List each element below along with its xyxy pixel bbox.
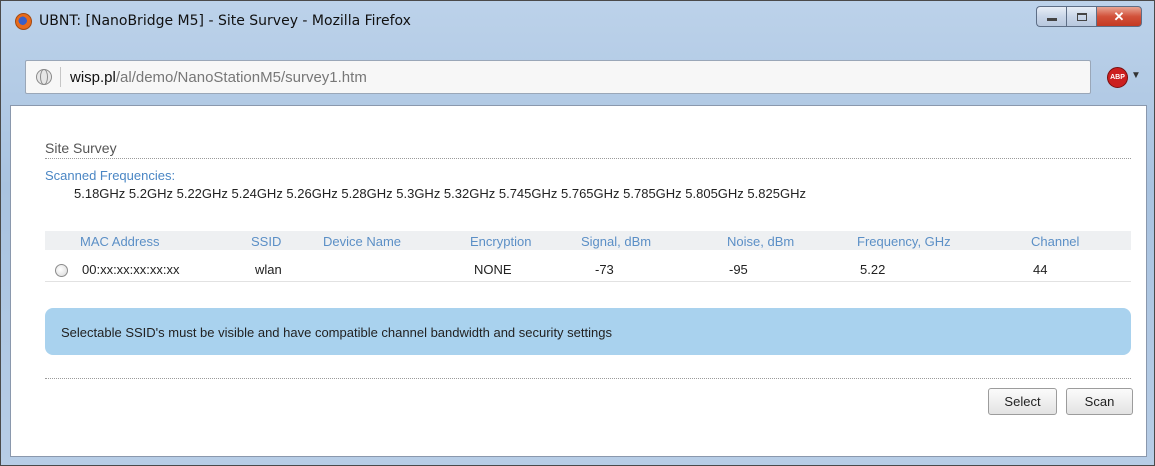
- divider: [45, 158, 1131, 159]
- cell-frequency: 5.22: [860, 262, 886, 277]
- adblock-icon[interactable]: ABP: [1107, 67, 1128, 88]
- page-title: Site Survey: [45, 140, 117, 156]
- cell-ssid: wlan: [255, 262, 282, 277]
- column-header-mac[interactable]: MAC Address: [80, 234, 159, 249]
- url-separator: [60, 67, 61, 87]
- column-header-frequency[interactable]: Frequency, GHz: [857, 234, 951, 249]
- table-row[interactable]: 00:xx:xx:xx:xx:xx wlan NONE -73 -95 5.22…: [45, 254, 1131, 282]
- url-path: /al/demo/NanoStationM5/survey1.htm: [115, 69, 367, 86]
- cell-signal: -73: [595, 262, 614, 277]
- url-domain: wisp.pl: [70, 69, 116, 86]
- browser-window: UBNT: [NanoBridge M5] - Site Survey - Mo…: [0, 0, 1155, 466]
- url-text[interactable]: wisp.pl/al/demo/NanoStationM5/survey1.ht…: [70, 69, 367, 86]
- window-controls: ✕: [1036, 6, 1142, 28]
- maximize-icon: [1076, 12, 1087, 21]
- cell-channel: 44: [1033, 262, 1048, 277]
- maximize-button[interactable]: [1066, 6, 1096, 27]
- page-content: Site Survey Scanned Frequencies: 5.18GHz…: [10, 105, 1147, 457]
- window-title: UBNT: [NanoBridge M5] - Site Survey - Mo…: [39, 13, 411, 29]
- column-header-signal[interactable]: Signal, dBm: [581, 234, 651, 249]
- close-icon: ✕: [1113, 8, 1125, 24]
- info-text: Selectable SSID's must be visible and ha…: [61, 325, 612, 340]
- minimize-icon: [1046, 18, 1057, 21]
- divider: [45, 378, 1131, 379]
- scanned-frequencies-label: Scanned Frequencies:: [45, 168, 176, 183]
- close-button[interactable]: ✕: [1096, 6, 1142, 27]
- title-bar[interactable]: UBNT: [NanoBridge M5] - Site Survey - Mo…: [1, 1, 1154, 41]
- row-select-radio[interactable]: [55, 264, 68, 277]
- globe-icon: [36, 69, 52, 85]
- scan-button[interactable]: Scan: [1066, 388, 1133, 415]
- firefox-icon: [15, 13, 32, 30]
- url-bar[interactable]: wisp.pl/al/demo/NanoStationM5/survey1.ht…: [25, 60, 1091, 94]
- column-header-noise[interactable]: Noise, dBm: [727, 234, 794, 249]
- minimize-button[interactable]: [1036, 6, 1066, 27]
- select-button[interactable]: Select: [988, 388, 1057, 415]
- column-header-encryption[interactable]: Encryption: [470, 234, 531, 249]
- info-message: Selectable SSID's must be visible and ha…: [45, 308, 1131, 355]
- column-header-ssid[interactable]: SSID: [251, 234, 281, 249]
- column-header-channel[interactable]: Channel: [1031, 234, 1079, 249]
- cell-mac: 00:xx:xx:xx:xx:xx: [82, 262, 180, 277]
- survey-table-header: MAC Address SSID Device Name Encryption …: [45, 231, 1131, 250]
- column-header-device-name[interactable]: Device Name: [323, 234, 401, 249]
- cell-noise: -95: [729, 262, 748, 277]
- chevron-down-icon[interactable]: ▼: [1131, 70, 1141, 81]
- scanned-frequencies-values: 5.18GHz 5.2GHz 5.22GHz 5.24GHz 5.26GHz 5…: [74, 186, 806, 201]
- cell-encryption: NONE: [474, 262, 512, 277]
